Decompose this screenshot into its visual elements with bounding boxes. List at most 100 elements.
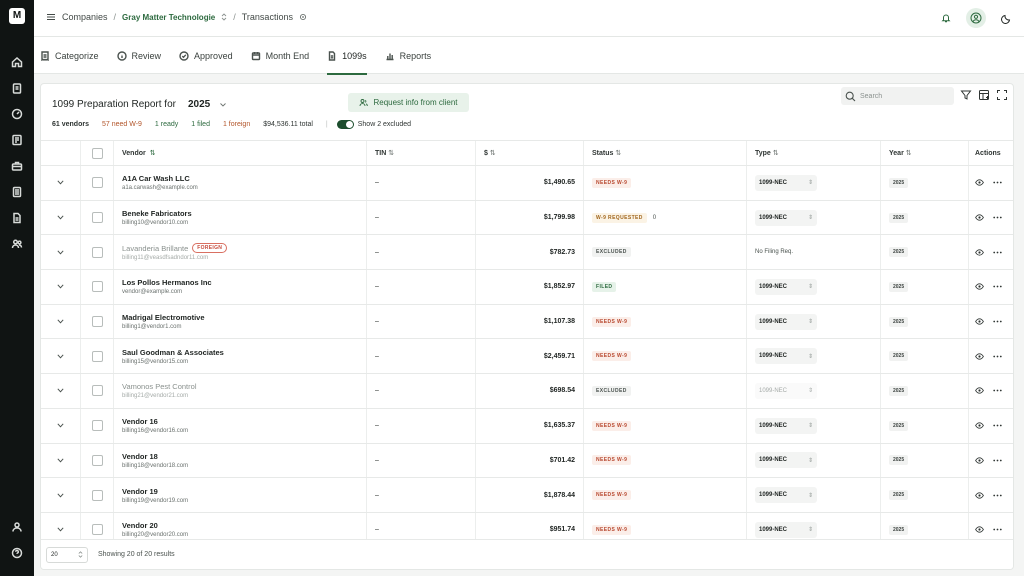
sort-icon[interactable]: ⇅ [773,149,779,157]
user-avatar-icon[interactable] [966,8,986,28]
show-excluded-toggle[interactable]: Show 2 excluded [336,120,411,129]
select-all-checkbox[interactable] [91,147,103,159]
chevron-down-icon[interactable] [57,284,64,289]
type-select[interactable]: 1099-NEC ⇕ [755,417,817,434]
col-type[interactable]: Type ⇅ [747,141,881,165]
type-select[interactable]: 1099-NEC ⇕ [755,313,817,330]
vendor-name[interactable]: Lavanderia Brillante [122,244,188,253]
row-checkbox[interactable] [91,246,103,258]
row-checkbox[interactable] [91,454,103,466]
chevron-down-icon[interactable] [57,215,64,220]
chevron-down-icon[interactable] [57,250,64,255]
eye-icon[interactable] [975,526,984,533]
tab-approved[interactable]: Approved [179,37,243,74]
tab-1099s[interactable]: 1099s [327,37,377,75]
table-row[interactable]: Vendor 19 billing19@vendor19.com – $1,87… [41,478,1013,513]
type-select[interactable]: 1099-NEC ⇕ [755,174,817,191]
eye-icon[interactable] [975,491,984,499]
col-tin[interactable]: TIN ⇅ [367,141,476,165]
fullscreen-icon[interactable] [996,89,1008,101]
bell-icon[interactable] [936,8,956,28]
more-options-icon[interactable] [993,424,1002,427]
tab-month-end[interactable]: Month End [251,37,320,74]
type-select[interactable]: 1099-NEC ⇕ [755,209,817,226]
vendor-name[interactable]: Vendor 16 [122,417,158,426]
chevron-down-icon[interactable] [57,180,64,185]
more-options-icon[interactable] [993,459,1002,462]
sort-icon[interactable]: ⇅ [906,149,912,157]
row-checkbox[interactable] [91,316,103,328]
row-checkbox[interactable] [91,489,103,501]
row-checkbox[interactable] [91,212,103,224]
moon-icon[interactable] [996,8,1016,28]
table-row[interactable]: Beneke Fabricators billing10@vendor10.co… [41,200,1013,236]
chevron-down-icon[interactable] [57,458,64,463]
sort-icon[interactable]: ⇅ [388,149,394,157]
vendor-name[interactable]: Beneke Fabricators [122,209,192,218]
profile-icon[interactable] [11,521,23,533]
more-options-icon[interactable] [993,355,1002,358]
table-row[interactable]: Vendor 16 billing16@vendor16.com – $1,63… [41,408,1013,444]
tab-reports[interactable]: Reports [385,37,442,74]
page-size-select[interactable]: 20 [46,546,88,563]
search-input[interactable]: Search [841,87,954,105]
more-options-icon[interactable] [993,494,1002,497]
col-status[interactable]: Status ⇅ [584,141,747,165]
request-info-button[interactable]: Request info from client [348,93,469,112]
more-options-icon[interactable] [993,216,1002,219]
menu-icon[interactable] [46,12,56,22]
tab-categorize[interactable]: Categorize [40,37,109,74]
more-options-icon[interactable] [993,320,1002,323]
app-logo[interactable]: M [9,8,25,24]
breadcrumb-org[interactable]: Gray Matter Technologie [122,13,215,22]
chevron-down-icon[interactable] [57,423,64,428]
sort-icon[interactable]: ⇅ [490,149,496,157]
chevron-down-icon[interactable] [57,527,64,532]
chevron-down-icon[interactable] [57,354,64,359]
briefcase-icon[interactable] [11,160,23,172]
vendor-name[interactable]: Vamonos Pest Control [122,382,196,391]
table-row[interactable]: Los Pollos Hermanos Inc vendor@example.c… [41,270,1013,305]
tab-review[interactable]: Review [116,37,172,74]
vendor-name[interactable]: Vendor 18 [122,452,158,461]
type-select[interactable]: 1099-NEC ⇕ [755,521,817,538]
gauge-icon[interactable] [11,108,23,120]
stat-foreign[interactable]: 1 foreign [223,121,250,128]
vendor-name[interactable]: Madrigal Electromotive [122,313,205,322]
more-options-icon[interactable] [993,528,1002,531]
table-row[interactable]: A1A Car Wash LLC a1a.carwash@example.com… [41,166,1013,201]
chevron-down-icon[interactable] [57,388,64,394]
row-checkbox[interactable] [91,524,103,536]
eye-icon[interactable] [975,249,984,256]
col-vendor[interactable]: Vendor ⇅ [114,141,367,165]
breadcrumb-companies[interactable]: Companies [62,12,108,22]
eye-icon[interactable] [975,179,984,186]
table-row[interactable]: Vamonos Pest Control billing21@vendor21.… [41,374,1013,409]
vendor-name[interactable]: Saul Goodman & Associates [122,348,224,357]
report-icon[interactable] [11,186,23,198]
sort-icon[interactable]: ⇅ [615,149,621,157]
vendor-name[interactable]: A1A Car Wash LLC [122,174,190,183]
help-icon[interactable] [11,547,23,559]
filter-icon[interactable] [960,89,972,101]
row-checkbox[interactable] [91,420,103,432]
eye-icon[interactable] [975,457,984,464]
eye-icon[interactable] [975,387,984,395]
ledger-icon[interactable] [11,134,23,146]
table-row[interactable]: Vendor 18 billing18@vendor18.com – $701.… [41,443,1013,479]
stat-need-w9[interactable]: 57 need W-9 [102,121,142,128]
table-row[interactable]: Madrigal Electromotive billing1@vendor1.… [41,304,1013,340]
eye-icon[interactable] [975,283,984,291]
year-select[interactable]: 2025 [182,97,232,112]
clipboard-icon[interactable] [11,82,23,94]
vendor-name[interactable]: Vendor 19 [122,487,158,496]
eye-icon[interactable] [975,422,984,429]
chevron-down-icon[interactable] [57,319,64,324]
chevron-updown-icon[interactable] [221,13,227,21]
type-select[interactable]: 1099-NEC ⇕ [755,487,817,504]
type-select[interactable]: 1099-NEC ⇕ [755,348,817,365]
chevron-down-icon[interactable] [57,492,64,498]
vendor-name[interactable]: Los Pollos Hermanos Inc [122,278,212,287]
col-amount[interactable]: $ ⇅ [476,141,584,165]
more-options-icon[interactable] [993,285,1002,288]
